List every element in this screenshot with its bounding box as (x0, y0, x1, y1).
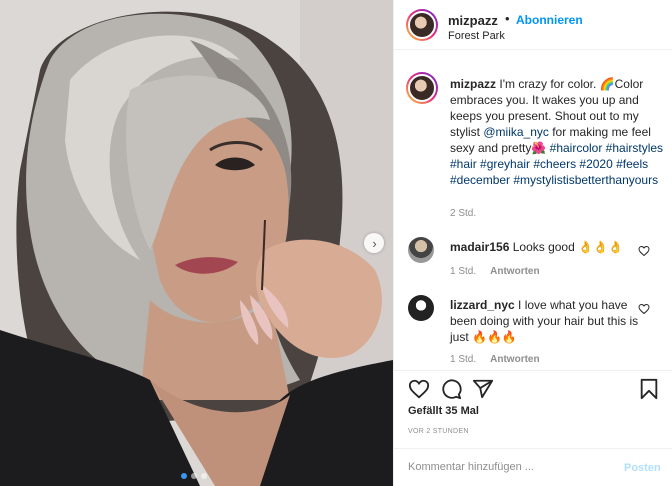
header-username[interactable]: mizpazz (448, 13, 498, 28)
comment-time: 1 Std. (450, 266, 477, 277)
likes-count[interactable]: Gefällt 35 Mal (408, 405, 479, 417)
comment-time: 1 Std. (450, 354, 477, 365)
reply-button[interactable]: Antworten (490, 266, 539, 277)
comment: lizzard_nyc I love what you have been do… (450, 297, 640, 345)
comment-like-heart-icon[interactable] (638, 303, 650, 315)
separator-dot: • (505, 11, 510, 26)
caption-avatar[interactable] (406, 72, 438, 104)
follow-button[interactable]: Abonnieren (516, 13, 583, 27)
actions-divider (394, 370, 672, 371)
caption-time: 2 Std. (450, 208, 477, 219)
carousel-indicator (181, 473, 207, 479)
comment-username[interactable]: madair156 (450, 240, 509, 254)
post-side-panel: mizpazz • Abonnieren Forest Park mizpazz… (393, 0, 672, 486)
add-comment-bar: Posten (394, 448, 672, 486)
mention-link[interactable]: @miika_nyc (483, 125, 549, 139)
carousel-dot (201, 473, 207, 479)
post-timestamp: VOR 2 STUNDEN (408, 428, 469, 435)
carousel-dot (181, 473, 187, 479)
comment-text: Looks good 👌👌👌 (512, 240, 623, 254)
carousel-next-button[interactable]: › (364, 233, 384, 253)
comment-icon[interactable] (440, 378, 462, 400)
comment: madair156 Looks good 👌👌👌 (450, 239, 640, 255)
comment-like-heart-icon[interactable] (638, 245, 650, 257)
post-header: mizpazz • Abonnieren Forest Park (394, 0, 672, 50)
portrait-image (0, 0, 393, 486)
comment-meta: 1 Std. Antworten (450, 354, 540, 365)
carousel-dot (191, 473, 197, 479)
avatar[interactable] (406, 9, 438, 41)
chevron-right-icon: › (372, 235, 377, 251)
comment-avatar[interactable] (408, 237, 434, 263)
share-icon[interactable] (472, 378, 494, 400)
reply-button[interactable]: Antworten (490, 354, 539, 365)
post-comment-button[interactable]: Posten (624, 462, 661, 474)
post-caption: mizpazz I'm crazy for color. 🌈Color embr… (450, 76, 664, 188)
comment-meta: 1 Std. Antworten (450, 266, 540, 277)
comment-input[interactable] (408, 461, 608, 473)
bookmark-icon[interactable] (638, 378, 660, 400)
heart-icon[interactable] (408, 378, 430, 400)
caption-username[interactable]: mizpazz (450, 77, 496, 91)
post-photo[interactable]: › (0, 0, 393, 486)
comment-username[interactable]: lizzard_nyc (450, 298, 515, 312)
comment-avatar[interactable] (408, 295, 434, 321)
location-link[interactable]: Forest Park (448, 30, 505, 42)
